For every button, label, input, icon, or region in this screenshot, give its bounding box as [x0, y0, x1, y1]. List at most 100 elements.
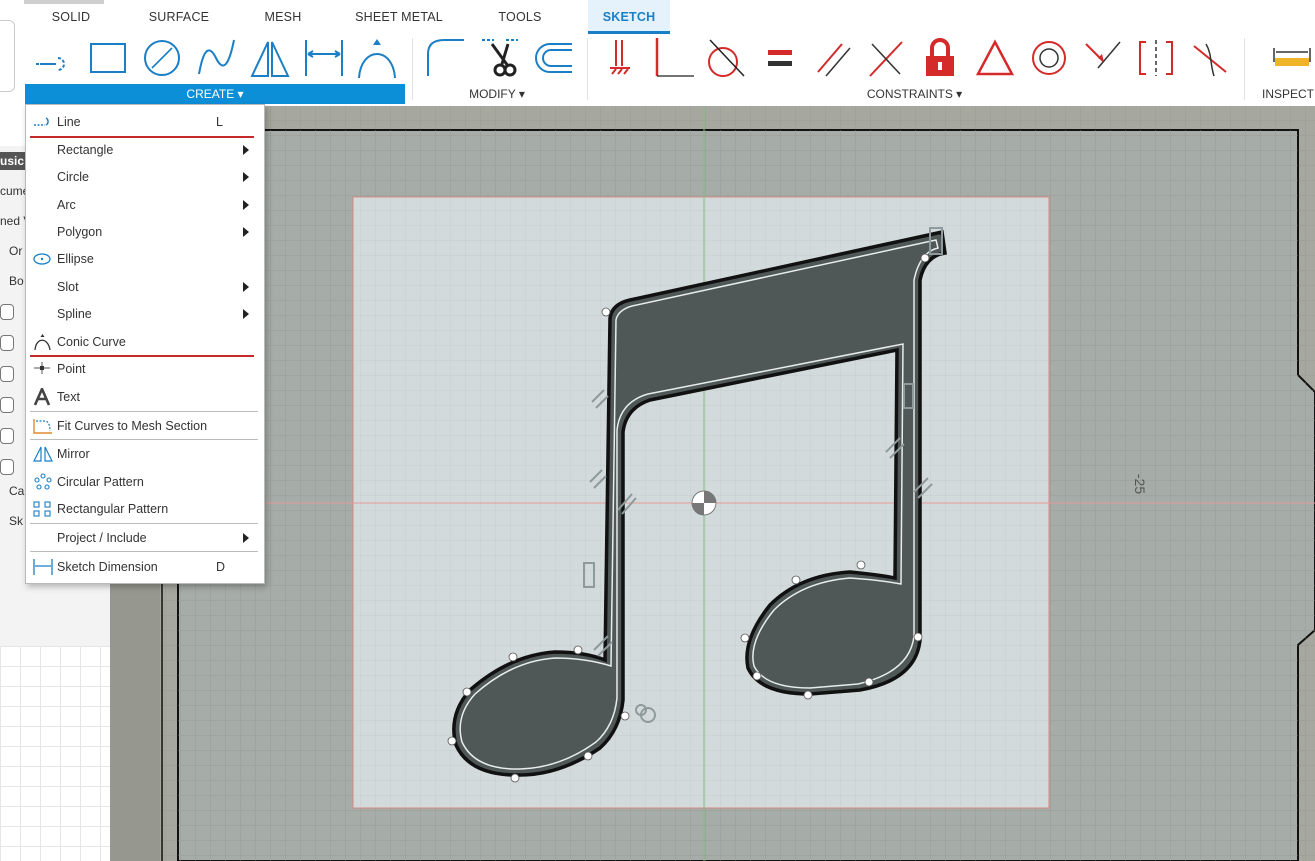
- menu-item-label: Text: [57, 390, 80, 404]
- concentric-constraint-button[interactable]: [1029, 36, 1069, 80]
- tangent-icon: [708, 39, 745, 77]
- menu-item-label: Conic Curve: [57, 335, 126, 349]
- menu-item-label: Rectangular Pattern: [57, 502, 169, 516]
- conic-curve-icon: [34, 334, 51, 351]
- menu-item-polygon[interactable]: Polygon: [26, 219, 264, 245]
- menu-item-sketch-dimension[interactable]: Sketch Dimension D: [26, 554, 264, 580]
- equal-constraint-button[interactable]: [760, 36, 800, 80]
- fix-constraint-button[interactable]: [602, 36, 642, 80]
- menu-divider: [30, 523, 258, 524]
- fillet-tool-button[interactable]: [424, 36, 464, 80]
- tab-tools[interactable]: TOOLS: [488, 0, 552, 34]
- visibility-toggle-icon[interactable]: [0, 335, 14, 351]
- curvature-constraint-button[interactable]: [1190, 36, 1230, 80]
- offset-icon: [535, 43, 572, 73]
- menu-item-label: Point: [57, 362, 86, 376]
- mirror-icon: [250, 41, 290, 77]
- menu-item-point[interactable]: Point: [26, 356, 264, 382]
- fix-icon: [610, 40, 630, 75]
- menu-item-label: Mirror: [57, 447, 90, 461]
- menu-item-ellipse[interactable]: Ellipse: [26, 246, 264, 272]
- conic-curve-tool-button[interactable]: [357, 36, 397, 80]
- menu-item-text[interactable]: Text: [26, 384, 264, 410]
- symmetry-icon: [1139, 40, 1173, 76]
- create-dropdown-menu: Line L Rectangle Circle Arc Polygon Elli…: [25, 104, 265, 584]
- coincident-constraint-button[interactable]: [654, 36, 694, 80]
- rectangle-icon: [90, 43, 126, 73]
- menu-item-shortcut: L: [216, 115, 223, 129]
- perpendicular-constraint-button[interactable]: [866, 36, 906, 80]
- sketch-toolbar: SOLID SURFACE MESH SHEET METAL TOOLS SKE…: [0, 0, 1315, 107]
- circular-pattern-icon: [34, 473, 52, 490]
- menu-item-label: Arc: [57, 198, 76, 212]
- dimension-label[interactable]: -25: [1132, 474, 1148, 494]
- submenu-arrow-icon: [243, 145, 249, 155]
- tab-mesh[interactable]: MESH: [256, 0, 310, 34]
- sketch-canvas[interactable]: -25: [110, 106, 1315, 861]
- line-tool-button[interactable]: [32, 36, 72, 80]
- symmetry-constraint-button[interactable]: [1136, 36, 1176, 80]
- menu-item-mirror[interactable]: Mirror: [26, 441, 264, 467]
- mirror-icon: [33, 446, 53, 462]
- menu-item-arc[interactable]: Arc: [26, 192, 264, 218]
- menu-item-label: Polygon: [57, 225, 103, 239]
- menu-item-slot[interactable]: Slot: [26, 274, 264, 300]
- concentric-icon: [1032, 41, 1066, 75]
- offset-tool-button[interactable]: [532, 36, 572, 80]
- dimension-tool-button[interactable]: [304, 36, 344, 80]
- line-icon: [36, 57, 65, 71]
- browser-item-origin[interactable]: Or: [9, 244, 22, 258]
- browser-item-sketches[interactable]: Sk: [9, 514, 23, 528]
- visibility-toggle-icon[interactable]: [0, 366, 14, 382]
- menu-item-label: Circular Pattern: [57, 475, 144, 489]
- workspace-tabs: SOLID SURFACE MESH SHEET METAL TOOLS SKE…: [0, 0, 1315, 34]
- menu-item-label: Sketch Dimension: [57, 560, 158, 574]
- parallel-constraint-button[interactable]: [814, 36, 854, 80]
- measure-tool-button[interactable]: [1272, 36, 1312, 80]
- visibility-toggle-icon[interactable]: [0, 304, 14, 320]
- trim-icon: [482, 39, 518, 77]
- menu-item-spline[interactable]: Spline: [26, 301, 264, 327]
- sketch-dimension-icon: [33, 559, 53, 575]
- tab-solid[interactable]: SOLID: [42, 0, 100, 34]
- submenu-arrow-icon: [243, 227, 249, 237]
- menu-item-conic-curve[interactable]: Conic Curve: [26, 329, 264, 355]
- group-divider: [1244, 38, 1245, 100]
- create-menu-button[interactable]: CREATE ▾: [25, 84, 405, 104]
- menu-item-line[interactable]: Line L: [26, 109, 264, 135]
- line-icon: [34, 117, 49, 126]
- submenu-arrow-icon: [243, 200, 249, 210]
- menu-item-circle[interactable]: Circle: [26, 164, 264, 190]
- lock-constraint-button[interactable]: [920, 36, 960, 80]
- parallel-icon: [817, 43, 851, 77]
- modify-menu-button[interactable]: MODIFY ▾: [412, 84, 582, 104]
- menu-item-circular-pattern[interactable]: Circular Pattern: [26, 469, 264, 495]
- menu-item-label: Slot: [57, 280, 79, 294]
- menu-item-rectangle[interactable]: Rectangle: [26, 137, 264, 163]
- rectangle-tool-button[interactable]: [88, 36, 128, 80]
- visibility-toggle-icon[interactable]: [0, 397, 14, 413]
- menu-item-shortcut: D: [216, 560, 226, 574]
- rectangular-pattern-icon: [33, 501, 51, 517]
- menu-item-fit-curves[interactable]: Fit Curves to Mesh Section: [26, 413, 264, 439]
- spline-tool-button[interactable]: [196, 36, 236, 80]
- trim-tool-button[interactable]: [480, 36, 520, 80]
- menu-item-rectangular-pattern[interactable]: Rectangular Pattern: [26, 496, 264, 522]
- menu-item-label: Project / Include: [57, 531, 147, 545]
- perpendicular-icon: [869, 41, 903, 77]
- tangent-constraint-button[interactable]: [706, 36, 746, 80]
- menu-item-project-include[interactable]: Project / Include: [26, 525, 264, 551]
- midpoint-constraint-button[interactable]: [1082, 36, 1122, 80]
- tab-sheet-metal[interactable]: SHEET METAL: [346, 0, 452, 34]
- circle-tool-button[interactable]: [142, 36, 182, 80]
- browser-item-canvases[interactable]: Ca: [9, 484, 24, 498]
- mirror-tool-button[interactable]: [250, 36, 290, 80]
- tab-sketch[interactable]: SKETCH: [588, 0, 670, 34]
- visibility-toggle-icon[interactable]: [0, 428, 14, 444]
- triangle-constraint-button[interactable]: [975, 36, 1015, 80]
- tab-surface[interactable]: SURFACE: [140, 0, 218, 34]
- inspect-menu-button[interactable]: INSPECT: [1252, 84, 1315, 104]
- visibility-toggle-icon[interactable]: [0, 459, 14, 475]
- constraints-menu-button[interactable]: CONSTRAINTS ▾: [587, 84, 1242, 104]
- browser-item-bodies[interactable]: Bo: [9, 274, 24, 288]
